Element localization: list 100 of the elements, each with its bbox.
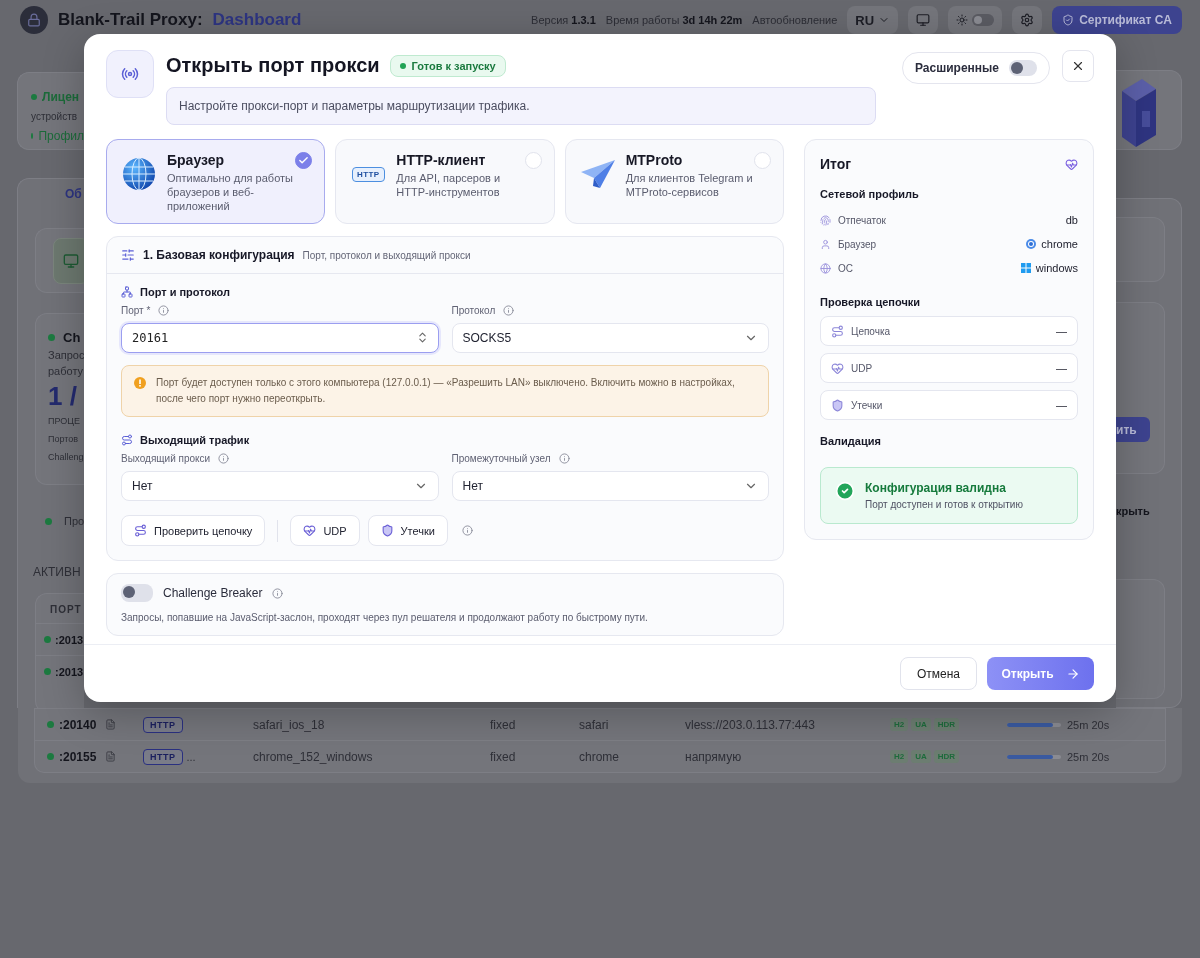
feature-tag: H2 — [890, 718, 909, 731]
browser-cell-text: safari — [579, 717, 610, 732]
mode-description: Для API, парсеров и HTTP-инструментов — [396, 171, 502, 199]
status-dot — [47, 721, 54, 728]
shield-check-icon — [1062, 14, 1075, 26]
theme-toggle[interactable] — [948, 6, 1003, 34]
shield-icon — [380, 524, 394, 537]
port-text: :2013 — [55, 665, 84, 678]
info-icon[interactable] — [558, 452, 570, 464]
profile-value: chrome — [1041, 238, 1078, 250]
paper-plane-icon — [579, 159, 616, 189]
version-text: Версия 1.3.1 — [531, 14, 596, 26]
profile-label: ОС — [838, 262, 853, 274]
subsection-title: Валидация — [820, 435, 882, 447]
mode-cell-text: fixed — [490, 749, 517, 764]
devices-text: устройств — [31, 111, 79, 122]
status-badge: Готов к запуску — [389, 54, 506, 77]
group-title: Выходящий трафик — [140, 434, 250, 446]
globe-icon — [122, 157, 156, 191]
validation-text: Порт доступен и готов к открытию — [865, 499, 1023, 510]
counter-value: 1 / — [48, 381, 78, 412]
counter-label: ПРОЦЕ — [48, 416, 81, 426]
feature-tag: UA — [911, 718, 931, 731]
profile-value: db — [1065, 214, 1078, 226]
user-icon — [820, 238, 831, 250]
cancel-button[interactable]: Отмена — [899, 657, 977, 690]
sun-icon — [956, 14, 969, 26]
route-icon — [831, 324, 844, 338]
check-button[interactable]: Проверить цепочку — [121, 515, 266, 546]
heart-pulse-icon — [303, 524, 317, 537]
field-label: Протокол — [451, 304, 496, 316]
column-header: ПОРТ — [49, 603, 83, 615]
dropdown-select[interactable]: Нет — [121, 471, 439, 501]
feature-tag: UA — [911, 750, 931, 763]
check-button[interactable]: Утечки — [367, 515, 448, 546]
license-text: Лицен — [31, 90, 84, 104]
check-row: UDP — — [820, 353, 1078, 383]
port-text: :20155 — [59, 749, 97, 764]
route-cell-text: напрямую — [685, 749, 743, 764]
document-icon[interactable] — [105, 719, 116, 730]
info-icon[interactable] — [461, 525, 473, 536]
certificate-button[interactable]: Сертификат CA — [1052, 6, 1182, 34]
section-heading: АКТИВН — [33, 565, 82, 579]
http-icon: HTTP — [352, 166, 385, 182]
advanced-toggle[interactable]: Расширенные — [902, 52, 1050, 84]
logo-icon — [20, 6, 48, 34]
globe-icon — [820, 262, 831, 274]
challenge-toggle[interactable] — [121, 584, 153, 602]
status-dot — [44, 668, 51, 675]
browser-cell-text: chrome — [579, 749, 620, 764]
port-text: :2013 — [55, 633, 84, 646]
section-title: 1. Базовая конфигурация — [143, 248, 295, 262]
section-subtitle: Порт, протокол и выходящий прокси — [302, 249, 471, 261]
check-button[interactable]: UDP — [290, 515, 360, 546]
monitor-button[interactable] — [908, 6, 939, 34]
document-icon[interactable] — [105, 751, 116, 762]
profile-label: Отпечаток — [838, 214, 886, 226]
monitor-icon — [916, 13, 931, 27]
status-dot — [44, 636, 51, 643]
dialog-description: Настройте прокси-порт и параметры маршрутизации трафика. — [166, 87, 876, 125]
close-button[interactable] — [1062, 50, 1094, 82]
heart-pulse-icon — [831, 361, 844, 375]
protocol-select[interactable]: SOCKS5 — [451, 323, 769, 353]
language-select[interactable]: RU — [847, 6, 899, 34]
settings-button[interactable] — [1012, 6, 1043, 34]
info-icon[interactable] — [503, 304, 515, 316]
route-cell-text: vless://203.0.113.77:443 — [685, 717, 816, 732]
mode-card[interactable]: Браузер Оптимально для работы браузеров и веб-приложений — [106, 139, 326, 224]
radio-indicator[interactable] — [295, 152, 313, 169]
type-tag: HTTP — [143, 748, 183, 765]
mode-card[interactable]: HTTP HTTP-клиент Для API, парсеров и HTTP-инструментов — [335, 139, 555, 224]
mode-description: Для клиентов Telegram и MTProto-сервисов — [625, 171, 753, 199]
mode-card[interactable]: MTProto Для клиентов Telegram и MTProto-сервисов — [564, 139, 784, 224]
port-field[interactable]: 20161 — [121, 323, 439, 353]
profile-cell-text: safari_ios_18 — [253, 717, 326, 732]
mode-cell-text: fixed — [490, 717, 517, 732]
toggle-label: Challenge Breaker — [163, 586, 263, 600]
challenge-text: Запрос — [48, 349, 84, 361]
validation-title: Конфигурация валидна — [865, 481, 1007, 495]
more-text: ... — [186, 750, 196, 763]
feature-tag: HDR — [933, 750, 960, 763]
check-circle-icon — [835, 481, 855, 501]
network-icon — [121, 286, 133, 298]
open-button[interactable]: ить — [1116, 417, 1150, 442]
dialog-title: Открыть порт прокси — [166, 54, 380, 77]
status-dot — [48, 334, 55, 341]
field-label: Порт * — [121, 304, 151, 316]
field-label: Промежуточный узел — [451, 452, 551, 464]
autorefresh-text: Автообновление — [752, 14, 838, 26]
info-icon[interactable] — [218, 452, 230, 464]
status-dot — [45, 517, 52, 525]
subsection-title: Сетевой профиль — [820, 188, 920, 200]
challenge-description: Запросы, попавшие на JavaScript-заслон, проходят через пул решателя и продолжают работу по быстрому пути. — [121, 612, 649, 623]
product-name: Blank-Trail Proxy: — [58, 10, 203, 30]
dropdown-select[interactable]: Нет — [451, 471, 769, 501]
feature-tag: HDR — [933, 718, 960, 731]
info-icon[interactable] — [272, 587, 284, 599]
check-row: Утечки — — [820, 390, 1078, 420]
mode-title: MTProto — [625, 152, 684, 168]
info-icon[interactable] — [158, 304, 170, 316]
